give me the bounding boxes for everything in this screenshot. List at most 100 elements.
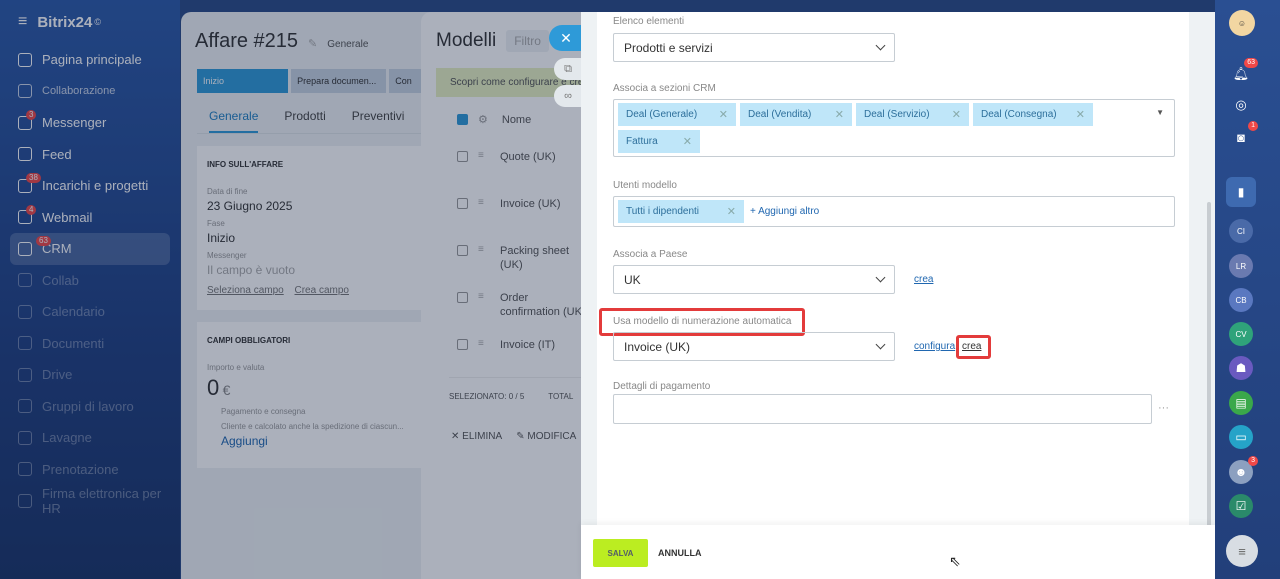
sidebar-item[interactable]: Gruppi di lavoro	[0, 391, 170, 423]
more-icon[interactable]: ···	[1158, 402, 1169, 414]
drag-handle-icon[interactable]: ≡	[478, 150, 490, 161]
numbering-configure-link[interactable]: configura	[914, 341, 955, 352]
table-row[interactable]: ≡ Packing sheet (UK)	[421, 230, 596, 277]
contact-card-button[interactable]: ▤	[1229, 391, 1253, 415]
delete-button[interactable]: ✕ ELIMINA	[451, 431, 502, 442]
contact-avatar[interactable]: CB	[1229, 288, 1253, 312]
remove-tag-icon[interactable]: ✕	[1076, 108, 1085, 121]
dropdown-caret-icon[interactable]: ▼	[1156, 108, 1164, 117]
sidebar-item[interactable]: Collab	[0, 265, 170, 297]
edit-button[interactable]: ✎ MODIFICA	[516, 431, 576, 442]
deal-category[interactable]: Generale	[327, 39, 368, 50]
remove-tag-icon[interactable]: ✕	[952, 108, 961, 121]
crm-tag[interactable]: Deal (Generale) ✕	[618, 103, 736, 126]
sidebar-item[interactable]: Messenger 3	[0, 107, 170, 139]
drag-handle-icon[interactable]: ≡	[478, 244, 490, 255]
table-row[interactable]: ≡ Invoice (IT)	[421, 324, 596, 371]
group-chat-button[interactable]: ☗	[1229, 356, 1253, 380]
chat-button[interactable]: ◙ 1	[1229, 121, 1258, 149]
open-new-window-button[interactable]: ⧉	[554, 58, 582, 80]
add-more-link[interactable]: + Aggiungi altro	[750, 206, 819, 217]
crm-tag[interactable]: Deal (Consegna) ✕	[973, 103, 1093, 126]
notifications-button[interactable]: 🔔︎ 63	[1229, 58, 1258, 86]
numbering-select[interactable]: Invoice (UK)	[613, 332, 895, 361]
country-create-link[interactable]: crea	[914, 274, 933, 285]
edit-icon[interactable]: ✎	[308, 37, 317, 50]
row-checkbox[interactable]	[457, 151, 468, 162]
users-field[interactable]: Tutti i dipendenti ✕ + Aggiungi altro	[613, 196, 1175, 227]
sidebar-item[interactable]: CRM 63	[10, 233, 170, 265]
sidebar-item[interactable]: Calendario	[0, 296, 170, 328]
row-checkbox[interactable]	[457, 245, 468, 256]
row-checkbox[interactable]	[457, 292, 468, 303]
row-name[interactable]: Invoice (IT)	[500, 338, 590, 352]
row-name[interactable]: Quote (UK)	[500, 150, 590, 164]
bot-avatar[interactable]: ☻ 3	[1229, 456, 1258, 484]
remove-tag-icon[interactable]: ✕	[835, 108, 844, 121]
copilot-button[interactable]: ◎	[1229, 93, 1253, 117]
contact-avatar[interactable]: CV	[1229, 322, 1253, 346]
menu-icon[interactable]: ≡	[18, 13, 27, 31]
contact-avatar[interactable]: LR	[1229, 254, 1253, 278]
crm-tag[interactable]: Deal (Servizio) ✕	[856, 103, 969, 126]
table-row[interactable]: ≡ Quote (UK)	[421, 136, 596, 183]
sidebar-item[interactable]: Lavagne	[0, 422, 170, 454]
scrollbar[interactable]	[1207, 202, 1211, 572]
drag-handle-icon[interactable]: ≡	[478, 197, 490, 208]
col-name[interactable]: Nome	[502, 114, 531, 126]
elements-select[interactable]: Prodotti e servizi	[613, 33, 895, 62]
select-all-checkbox[interactable]	[457, 114, 468, 125]
row-name[interactable]: Order confirmation (UK)	[500, 291, 590, 319]
sidebar-item[interactable]: Firma elettronica per HR	[0, 485, 170, 517]
table-row[interactable]: ≡ Invoice (UK)	[421, 183, 596, 230]
brand[interactable]: ≡ Bitrix24 ©	[0, 0, 180, 44]
sidebar-item[interactable]: Drive	[0, 359, 170, 391]
close-slider-button[interactable]: ✕	[549, 25, 583, 51]
field-value[interactable]: 23 Giugno 2025	[207, 199, 419, 213]
field-value[interactable]: Inizio	[207, 231, 419, 245]
crm-tag[interactable]: Deal (Vendita) ✕	[740, 103, 852, 126]
row-checkbox[interactable]	[457, 198, 468, 209]
bookmark-button[interactable]: ▮	[1226, 177, 1256, 207]
user-avatar[interactable]: ☺	[1229, 10, 1255, 36]
user-tag[interactable]: Tutti i dipendenti ✕	[618, 200, 744, 223]
drag-handle-icon[interactable]: ≡	[478, 291, 490, 302]
messages-button[interactable]: ▭	[1229, 425, 1253, 449]
numbering-create-link[interactable]: crea	[962, 341, 981, 352]
sidebar-item[interactable]: Pagina principale	[0, 44, 170, 76]
remove-tag-icon[interactable]: ✕	[719, 108, 728, 121]
row-checkbox[interactable]	[457, 339, 468, 350]
drag-handle-icon[interactable]: ≡	[478, 338, 490, 349]
sidebar-item[interactable]: Prenotazione	[0, 454, 170, 486]
menu-button[interactable]: ≡	[1226, 535, 1258, 567]
cancel-button[interactable]: ANNULLA	[658, 539, 702, 567]
country-select[interactable]: UK	[613, 265, 895, 294]
tab-preventivi[interactable]: Preventivi	[352, 109, 405, 123]
row-name[interactable]: Packing sheet (UK)	[500, 244, 590, 272]
stage-item[interactable]: Inizio	[197, 69, 289, 93]
sidebar-item[interactable]: Collaborazione	[0, 76, 170, 108]
add-link[interactable]: Aggiungi	[221, 434, 419, 448]
select-field-link[interactable]: Seleziona campo	[207, 285, 284, 296]
filter-input[interactable]: Filtro	[506, 30, 549, 52]
table-row[interactable]: ≡ Order confirmation (UK)	[421, 277, 596, 324]
copy-link-button[interactable]: ∞	[554, 85, 582, 107]
sidebar-item[interactable]: Webmail 4	[0, 202, 170, 234]
tasks-button[interactable]: ☑	[1229, 494, 1253, 518]
stage-item[interactable]: Prepara documen...	[291, 69, 387, 93]
remove-tag-icon[interactable]: ✕	[683, 135, 692, 148]
sidebar-item[interactable]: Incarichi e progetti 38	[0, 170, 170, 202]
settings-icon[interactable]: ⚙	[478, 113, 488, 126]
create-field-link[interactable]: Crea campo	[295, 285, 349, 296]
crm-sections-field[interactable]: Deal (Generale) ✕ Deal (Vendita) ✕ Deal (S…	[613, 99, 1175, 157]
payment-field[interactable]	[613, 394, 1152, 424]
crm-tag[interactable]: Fattura ✕	[618, 130, 700, 153]
save-button[interactable]: SALVA	[593, 539, 648, 567]
sidebar-item[interactable]: Documenti	[0, 328, 170, 360]
amount-value[interactable]: 0	[207, 375, 219, 400]
tab-prodotti[interactable]: Prodotti	[284, 109, 325, 123]
contact-avatar[interactable]: CI	[1229, 219, 1253, 243]
sidebar-item[interactable]: Feed	[0, 139, 170, 171]
tab-generale[interactable]: Generale	[209, 109, 259, 133]
row-name[interactable]: Invoice (UK)	[500, 197, 590, 211]
